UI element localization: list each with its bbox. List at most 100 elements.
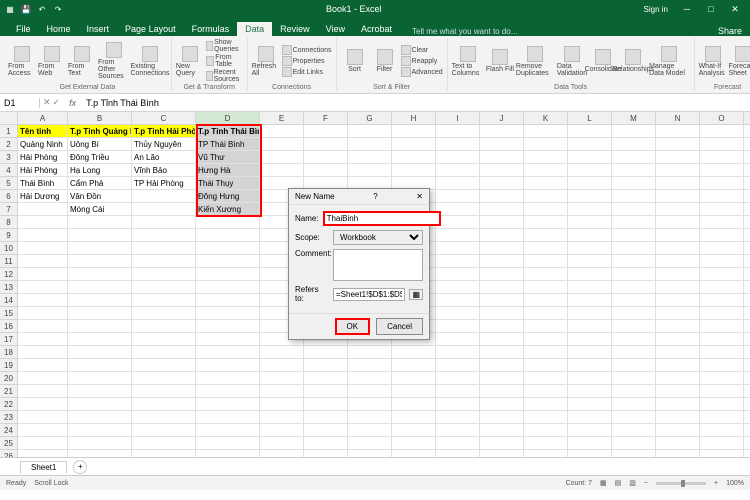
cell[interactable] [524,190,568,203]
cell[interactable] [612,424,656,437]
cell[interactable] [480,242,524,255]
cell[interactable] [260,437,304,450]
cell[interactable] [612,398,656,411]
cell[interactable] [524,346,568,359]
cell[interactable] [700,203,744,216]
cell[interactable] [392,125,436,138]
cell[interactable] [612,190,656,203]
ribbon-flash-fill[interactable]: Flash Fill [486,49,514,73]
cell[interactable] [612,333,656,346]
cell[interactable]: Hạ Long [68,164,132,177]
cell[interactable]: Móng Cái [68,203,132,216]
cell[interactable] [304,437,348,450]
cell[interactable] [348,411,392,424]
formula-input[interactable]: T.p Tỉnh Thái Bình [82,98,750,108]
cell[interactable] [656,333,700,346]
cell[interactable] [304,346,348,359]
col-header[interactable]: M [612,112,656,125]
row-header[interactable]: 14 [0,294,18,307]
row-header[interactable]: 21 [0,385,18,398]
ribbon-manage-data-model[interactable]: Manage Data Model [649,46,690,77]
cell[interactable] [612,242,656,255]
col-header[interactable]: I [436,112,480,125]
name-box[interactable]: D1 [0,98,40,108]
cell[interactable] [744,437,750,450]
cell[interactable] [132,411,196,424]
row-header[interactable]: 15 [0,307,18,320]
cell[interactable] [436,307,480,320]
cell[interactable] [656,203,700,216]
cell[interactable] [700,372,744,385]
ribbon-existing-connections[interactable]: Existing Connections [133,46,167,77]
signin-link[interactable]: Sign in [644,5,668,14]
cell[interactable] [436,372,480,385]
cell[interactable] [196,268,260,281]
cell[interactable] [18,424,68,437]
cell[interactable] [132,229,196,242]
cell[interactable] [744,255,750,268]
cell[interactable] [524,255,568,268]
cell[interactable] [568,385,612,398]
ribbon-refresh-all[interactable]: Refresh All [252,46,280,77]
cell[interactable]: Hải Dương [18,190,68,203]
tab-review[interactable]: Review [272,22,318,36]
range-picker-icon[interactable]: ▦ [409,289,423,300]
cell[interactable] [568,203,612,216]
cell[interactable] [612,216,656,229]
cell[interactable] [18,294,68,307]
cell[interactable] [436,125,480,138]
cell[interactable]: Quảng Ninh [18,138,68,151]
cell[interactable] [656,372,700,385]
cell[interactable] [304,450,348,457]
cell[interactable] [656,255,700,268]
cell[interactable] [656,216,700,229]
cell[interactable] [568,307,612,320]
cell[interactable] [68,411,132,424]
cell[interactable] [18,203,68,216]
cell[interactable]: T.p Tỉnh Quảng Ninh [68,125,132,138]
cell[interactable]: Tên tỉnh [18,125,68,138]
cell[interactable] [260,359,304,372]
cell[interactable] [132,242,196,255]
cell[interactable] [744,450,750,457]
ribbon-from-table[interactable]: From Table [206,54,243,68]
cell[interactable] [348,151,392,164]
cell[interactable] [524,320,568,333]
cell[interactable] [18,359,68,372]
cell[interactable] [436,424,480,437]
cell[interactable] [18,372,68,385]
cell[interactable] [524,242,568,255]
cell[interactable] [18,307,68,320]
cell[interactable]: Kiến Xương [196,203,260,216]
cell[interactable] [524,125,568,138]
cell[interactable] [524,398,568,411]
cell[interactable] [196,242,260,255]
cell[interactable] [68,333,132,346]
col-header[interactable]: O [700,112,744,125]
col-header[interactable]: J [480,112,524,125]
cell[interactable] [196,398,260,411]
tab-formulas[interactable]: Formulas [184,22,238,36]
cell[interactable] [132,437,196,450]
cell[interactable] [260,424,304,437]
cell[interactable] [304,385,348,398]
cell[interactable] [656,437,700,450]
cell[interactable] [196,450,260,457]
cell[interactable] [436,333,480,346]
col-header[interactable]: H [392,112,436,125]
cell[interactable] [480,320,524,333]
cell[interactable] [656,281,700,294]
cell[interactable] [700,333,744,346]
cell[interactable] [744,424,750,437]
cell[interactable] [18,333,68,346]
ribbon-recent-sources[interactable]: Recent Sources [206,69,243,83]
cell[interactable] [304,372,348,385]
cell[interactable]: Đông Hưng [196,190,260,203]
cell[interactable] [392,138,436,151]
cell[interactable] [132,268,196,281]
redo-icon[interactable]: ↷ [52,3,64,15]
ribbon-connections[interactable]: Connections [282,45,332,55]
cell[interactable] [196,216,260,229]
cell[interactable] [568,294,612,307]
cell[interactable] [656,138,700,151]
